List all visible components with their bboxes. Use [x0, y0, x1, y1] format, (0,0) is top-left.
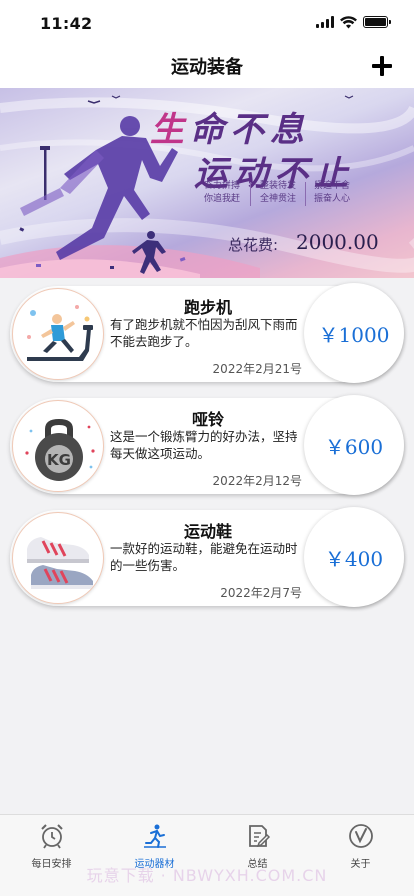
item-description: 这是一个锻炼臂力的好办法，坚持每天做这项运动。	[110, 429, 298, 461]
sneakers-icon	[27, 537, 93, 589]
tagline-3-b: 振奋人心	[313, 194, 350, 204]
total-cost-value: 2000.00	[296, 230, 379, 254]
tagline-divider	[250, 182, 251, 206]
svg-text:KG: KG	[47, 451, 71, 469]
battery-icon	[363, 16, 391, 28]
edit-note-icon	[248, 825, 270, 848]
runner-icon	[143, 824, 166, 848]
thumbnail: KG	[12, 400, 104, 492]
navigation-bar: 运动装备	[0, 44, 414, 88]
item-name: 运动鞋	[183, 522, 232, 541]
page-title: 运动装备	[171, 57, 243, 78]
tagline-2-b: 全神贯注	[259, 194, 296, 204]
tagline-1-b: 你追我赶	[203, 194, 240, 204]
kettlebell-icon: KG	[25, 419, 95, 481]
tagline-1-a: 奋力拼搏	[203, 181, 240, 191]
tagline-3: 紧追不舍 振奋人心	[306, 180, 358, 206]
list-item[interactable]: KG 哑铃 这是一个锻炼臂力的好办法，坚持每天做这项运动。 2022年2月12号…	[10, 395, 404, 495]
treadmill-icon	[27, 305, 93, 361]
tagline-3-a: 紧追不舍	[313, 181, 350, 191]
item-date: 2022年2月12号	[212, 474, 302, 488]
thumbnail	[12, 288, 104, 380]
item-name: 哑铃	[191, 410, 224, 429]
list-item[interactable]: 跑步机 有了跑步机就不怕因为刮风下雨而不能去跑步了。 2022年2月21号 ￥1…	[10, 283, 404, 383]
wifi-icon	[340, 15, 357, 28]
item-description: 有了跑步机就不怕因为刮风下雨而不能去跑步了。	[110, 317, 298, 349]
status-icons	[316, 14, 391, 30]
banner: 生命不息 运动不止 奋力拼搏 你追我赶 整装待发 全神贯注 紧追不舍 振奋人心 …	[0, 88, 414, 278]
item-name: 跑步机	[183, 298, 232, 317]
check-circle-icon	[348, 824, 373, 848]
price-badge: ￥1000	[304, 283, 404, 383]
item-date: 2022年2月21号	[212, 362, 302, 376]
item-price: ￥600	[324, 434, 384, 459]
price-badge: ￥400	[304, 507, 404, 607]
slogan-line-1: 生命不息	[150, 102, 310, 151]
tagline-2: 整装待发 全神贯注	[252, 180, 304, 206]
slogan-line-1-rest: 命不息	[190, 110, 310, 150]
tagline-2-a: 整装待发	[259, 181, 296, 191]
tagline-1: 奋力拼搏 你追我赶	[196, 180, 248, 206]
add-equipment-button[interactable]	[370, 54, 394, 78]
item-description: 一款好的运动鞋，能避免在运动时的一些伤害。	[110, 541, 298, 573]
status-bar: 11:42	[0, 0, 414, 44]
item-price: ￥1000	[318, 322, 390, 347]
price-badge: ￥600	[304, 395, 404, 495]
thumbnail	[12, 512, 104, 604]
slogan-first-char: 生	[150, 110, 190, 150]
alarm-clock-icon	[40, 824, 63, 849]
item-date: 2022年2月7号	[220, 586, 302, 600]
status-time: 11:42	[40, 14, 93, 33]
total-cost-label: 总花费:	[228, 236, 279, 254]
cellular-signal-icon	[316, 16, 334, 28]
watermark: 玩意下载 · NBWYXH.COM.CN	[86, 866, 328, 885]
list-item[interactable]: 运动鞋 一款好的运动鞋，能避免在运动时的一些伤害。 2022年2月7号 ￥400	[10, 507, 404, 607]
item-price: ￥400	[324, 546, 384, 571]
